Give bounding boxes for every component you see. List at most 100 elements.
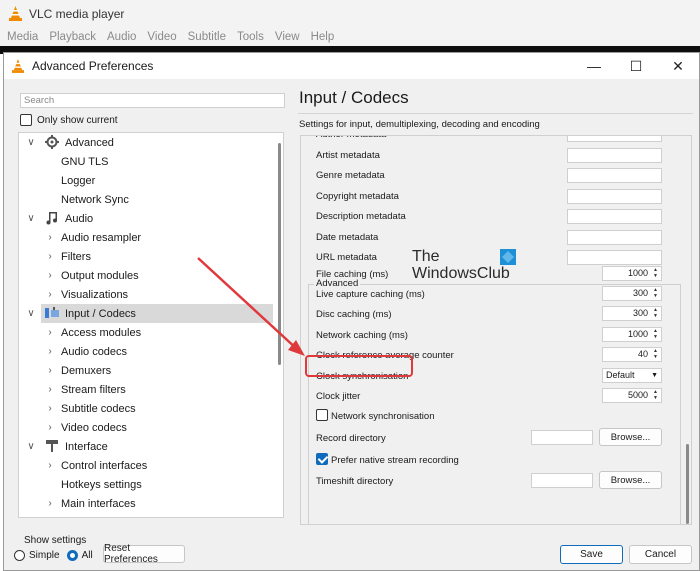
chevron-right-icon[interactable]: ›: [45, 365, 55, 376]
chevron-right-icon[interactable]: ›: [45, 498, 55, 509]
spin-arrows-icon[interactable]: ▲ ▼: [651, 307, 660, 320]
chevron-down-icon[interactable]: ∨: [26, 308, 36, 319]
tree-item-label: Input / Codecs: [65, 307, 136, 320]
menu-help[interactable]: Help: [311, 31, 335, 43]
setting-checkbox[interactable]: [316, 453, 328, 465]
chevron-right-icon[interactable]: ›: [45, 422, 55, 433]
menu-video[interactable]: Video: [147, 31, 176, 43]
chevron-down-icon[interactable]: ∨: [26, 441, 36, 452]
tree-item[interactable]: › Audio codecs: [19, 342, 273, 361]
reset-preferences-button[interactable]: Reset Preferences: [103, 543, 185, 565]
chevron-right-icon[interactable]: ›: [45, 289, 55, 300]
setting-select[interactable]: Default ▼: [602, 368, 662, 383]
tree-item[interactable]: ∨ Advanced: [19, 133, 273, 152]
tree-item[interactable]: ∨ Audio: [19, 209, 273, 228]
metadata-input[interactable]: [567, 250, 662, 265]
tree-item[interactable]: › Access modules: [19, 323, 273, 342]
tree-item[interactable]: › Stream filters: [19, 380, 273, 399]
metadata-input[interactable]: [567, 229, 662, 245]
chevron-right-icon[interactable]: ›: [45, 346, 55, 357]
tree-item[interactable]: › Filters: [19, 247, 273, 266]
spin-arrows-icon[interactable]: ▲ ▼: [651, 287, 660, 300]
chevron-down-icon[interactable]: ∨: [26, 137, 36, 148]
setting-spinbox[interactable]: 1000 ▲ ▼: [602, 266, 662, 281]
setting-spinbox[interactable]: 40 ▲ ▼: [602, 347, 662, 362]
vlc-cone-icon: [9, 6, 22, 21]
chevron-right-icon[interactable]: ›: [45, 232, 55, 243]
metadata-input[interactable]: [567, 136, 662, 142]
tree-item[interactable]: ∨ Playlist: [19, 513, 273, 518]
spin-arrows-icon[interactable]: ▲ ▼: [651, 328, 660, 341]
tree-item[interactable]: Logger: [19, 171, 273, 190]
setting-spinbox[interactable]: 1000 ▲ ▼: [602, 327, 662, 342]
metadata-input[interactable]: [567, 209, 662, 224]
chevron-right-icon[interactable]: ›: [45, 403, 55, 414]
tree-item[interactable]: › Visualizations: [19, 285, 273, 304]
preferences-tree[interactable]: ∨ Advanced GNU TLS Logger Network Sync ∨ Audio…: [18, 132, 284, 518]
tree-item-label: Audio: [65, 212, 94, 225]
tree-item-label: Audio codecs: [61, 345, 128, 358]
all-radio[interactable]: [66, 550, 78, 561]
metadata-input[interactable]: [567, 147, 662, 163]
directory-input[interactable]: [531, 430, 593, 445]
tree-item[interactable]: › Subtitle codecs: [19, 399, 273, 418]
directory-input[interactable]: [531, 473, 593, 488]
chevron-right-icon[interactable]: ›: [45, 251, 55, 262]
setting-spinbox[interactable]: 300 ▲ ▼: [602, 306, 662, 321]
spinbox-value: 5000: [627, 390, 648, 400]
menu-view[interactable]: View: [275, 31, 300, 43]
metadata-input[interactable]: [567, 168, 662, 183]
tree-item[interactable]: › Demuxers: [19, 361, 273, 380]
cancel-button[interactable]: Cancel: [629, 545, 692, 564]
minimize-button[interactable]: —: [573, 53, 615, 79]
setting-row: Live capture caching (ms) 300 ▲ ▼: [316, 286, 676, 303]
menu-tools[interactable]: Tools: [237, 31, 264, 43]
tree-item[interactable]: › Output modules: [19, 266, 273, 285]
spin-arrows-icon[interactable]: ▲ ▼: [651, 267, 660, 280]
tree-item-label: Advanced: [65, 136, 114, 149]
tree-item[interactable]: ∨ Input / Codecs: [27, 304, 273, 323]
menu-playback[interactable]: Playback: [49, 31, 96, 43]
chevron-down-icon[interactable]: ∨: [26, 213, 36, 224]
chevron-right-icon[interactable]: ›: [45, 460, 55, 471]
browse-button[interactable]: Browse...: [599, 471, 662, 489]
tree-item[interactable]: › Audio resampler: [19, 228, 273, 247]
tree-item[interactable]: Network Sync: [19, 190, 273, 209]
tree-item[interactable]: › Main interfaces: [19, 494, 273, 513]
menu-subtitle[interactable]: Subtitle: [188, 31, 226, 43]
setting-checkbox[interactable]: [316, 409, 328, 421]
vlc-menubar: Media Playback Audio Video Subtitle Tool…: [0, 27, 700, 46]
tree-item[interactable]: › Control interfaces: [19, 456, 273, 475]
maximize-button[interactable]: ☐: [615, 53, 657, 79]
browse-button[interactable]: Browse...: [599, 428, 662, 446]
metadata-label: Date metadata: [316, 231, 379, 243]
spin-arrows-icon[interactable]: ▲ ▼: [651, 348, 660, 361]
tree-item-label: Filters: [61, 250, 91, 263]
spin-arrows-icon[interactable]: ▲ ▼: [651, 389, 660, 402]
setting-spinbox[interactable]: 5000 ▲ ▼: [602, 388, 662, 403]
tree-scrollbar[interactable]: [278, 143, 281, 365]
tree-item[interactable]: ∨ Interface: [19, 437, 273, 456]
chevron-right-icon[interactable]: ›: [45, 270, 55, 281]
chevron-right-icon[interactable]: ›: [45, 384, 55, 395]
chevron-right-icon[interactable]: ›: [45, 327, 55, 338]
dialog-title: Advanced Preferences: [32, 59, 154, 73]
metadata-input[interactable]: [567, 188, 662, 204]
save-button[interactable]: Save: [560, 545, 623, 564]
menu-media[interactable]: Media: [7, 31, 38, 43]
settings-panel[interactable]: Advanced Author metadataArtist metadataG…: [300, 135, 692, 525]
only-show-current-checkbox[interactable]: Only show current: [20, 114, 118, 126]
menu-audio[interactable]: Audio: [107, 31, 136, 43]
close-button[interactable]: ✕: [657, 53, 699, 79]
tree-item-label: Playlist: [65, 517, 100, 518]
simple-radio[interactable]: [14, 550, 25, 561]
search-input[interactable]: Search: [20, 93, 285, 108]
chevron-down-icon[interactable]: ∨: [26, 517, 36, 518]
panel-scrollbar[interactable]: [686, 444, 689, 524]
setting-spinbox[interactable]: 300 ▲ ▼: [602, 286, 662, 301]
setting-row: Record directory Browse...: [316, 428, 676, 447]
tree-item[interactable]: Hotkeys settings: [19, 475, 273, 494]
tree-item[interactable]: GNU TLS: [19, 152, 273, 171]
tree-item[interactable]: › Video codecs: [19, 418, 273, 437]
checkbox-box[interactable]: [20, 114, 32, 126]
